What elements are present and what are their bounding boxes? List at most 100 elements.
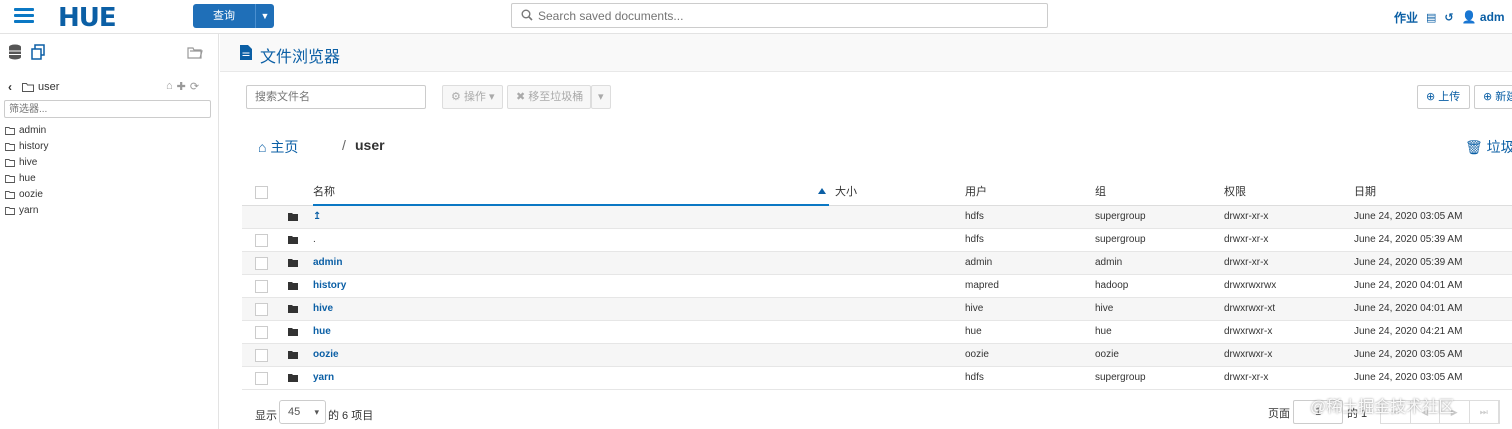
- assist-folder-list: admin history hive hue oozie yarn: [5, 124, 205, 220]
- user-menu[interactable]: 👤 adm: [1462, 10, 1505, 24]
- file-permission: drwxrwxr-x: [1224, 326, 1273, 337]
- file-search-input[interactable]: [247, 86, 425, 108]
- row-checkbox[interactable]: [255, 326, 268, 339]
- row-checkbox[interactable]: [255, 349, 268, 362]
- file-search[interactable]: [246, 85, 426, 109]
- date-column-header[interactable]: 日期: [1354, 180, 1376, 204]
- back-chevron-icon[interactable]: ‹: [8, 80, 12, 94]
- table-row[interactable]: history mapred hadoop drwxrwxrwx June 24…: [242, 275, 1512, 298]
- row-checkbox[interactable]: [255, 257, 268, 270]
- trash-label: 垃圾桶: [1486, 139, 1512, 155]
- table-row[interactable]: ↥ hdfs supergroup drwxr-xr-x June 24, 20…: [242, 206, 1512, 229]
- files-icon[interactable]: [30, 44, 46, 60]
- file-name-link[interactable]: ↥: [313, 206, 321, 228]
- assist-item-label: oozie: [19, 189, 43, 200]
- global-search[interactable]: [511, 3, 1048, 28]
- row-checkbox[interactable]: [255, 280, 268, 293]
- hue-logo[interactable]: HUE: [58, 3, 117, 33]
- file-user: mapred: [965, 280, 999, 291]
- title-bar: 文件浏览器: [220, 34, 1512, 72]
- file-group: supergroup: [1095, 234, 1146, 245]
- file-permission: drwxrwxr-x: [1224, 349, 1273, 360]
- assist-item-hue[interactable]: hue: [5, 172, 205, 188]
- file-name-link[interactable]: yarn: [313, 367, 334, 389]
- folder-icon: [5, 207, 15, 215]
- assist-item-history[interactable]: history: [5, 140, 205, 156]
- actions-button[interactable]: ⚙ 操作 ▾: [442, 85, 503, 109]
- table-row[interactable]: hive hive hive drwxrwxr-xt June 24, 2020…: [242, 298, 1512, 321]
- assist-item-label: hue: [19, 173, 36, 184]
- assist-path: ‹ user ⌂ ✚ ⟳: [8, 80, 213, 96]
- home-icon[interactable]: ⌂: [166, 80, 173, 93]
- row-checkbox[interactable]: [255, 303, 268, 316]
- folder-icon: [22, 83, 34, 92]
- assist-filter-input[interactable]: [5, 101, 210, 117]
- chevron-down-icon: ▾: [314, 407, 319, 417]
- file-group: supergroup: [1095, 372, 1146, 383]
- file-name-link[interactable]: hue: [313, 321, 331, 343]
- trash-link[interactable]: 🗑 垃圾桶: [1465, 137, 1512, 157]
- history-icon[interactable]: ↺: [1444, 11, 1453, 24]
- trash-dropdown-button[interactable]: ▾: [591, 85, 611, 109]
- table-row[interactable]: oozie oozie oozie drwxrwxr-x June 24, 20…: [242, 344, 1512, 367]
- jobs-link[interactable]: 作业: [1394, 9, 1418, 26]
- plus-icon[interactable]: ✚: [177, 80, 186, 93]
- assist-item-label: history: [19, 141, 49, 152]
- last-page-button[interactable]: ⏭: [1470, 401, 1499, 423]
- move-to-trash-button[interactable]: ✖ 移至垃圾桶: [507, 85, 591, 109]
- file-name-link[interactable]: history: [313, 275, 346, 297]
- row-checkbox[interactable]: [255, 234, 268, 247]
- upload-icon: ⊕: [1426, 91, 1436, 103]
- show-label: 显示: [255, 410, 277, 422]
- assist-item-label: hive: [19, 157, 38, 168]
- menu-icon[interactable]: [14, 8, 34, 24]
- table-row[interactable]: yarn hdfs supergroup drwxr-xr-x June 24,…: [242, 367, 1512, 390]
- assist-item-yarn[interactable]: yarn: [5, 204, 205, 220]
- group-column-header[interactable]: 组: [1095, 180, 1106, 204]
- breadcrumb-current[interactable]: user: [355, 137, 385, 153]
- table-row[interactable]: . hdfs supergroup drwxr-xr-x June 24, 20…: [242, 229, 1512, 252]
- user-column-header[interactable]: 用户: [965, 180, 987, 204]
- file-date: June 24, 2020 04:21 AM: [1354, 326, 1463, 337]
- file-permission: drwxr-xr-x: [1224, 257, 1269, 268]
- query-button[interactable]: 查询 ▼: [193, 4, 274, 28]
- file-user: admin: [965, 257, 993, 268]
- page-title: 文件浏览器: [260, 49, 341, 66]
- assist-item-oozie[interactable]: oozie: [5, 188, 205, 204]
- chevron-down-icon[interactable]: ▼: [255, 4, 274, 28]
- breadcrumb-home[interactable]: ⌂ 主页: [258, 137, 298, 157]
- global-search-input[interactable]: [538, 7, 1038, 25]
- assist-item-label: yarn: [19, 205, 39, 216]
- file-date: June 24, 2020 03:05 AM: [1354, 211, 1463, 222]
- file-name-link[interactable]: admin: [313, 252, 342, 274]
- select-all-checkbox[interactable]: [255, 186, 268, 199]
- size-column-header[interactable]: 大小: [835, 180, 857, 204]
- list-icon[interactable]: ▤: [1426, 11, 1436, 24]
- file-name-link[interactable]: .: [313, 229, 316, 251]
- file-name-link[interactable]: hive: [313, 298, 333, 320]
- permission-column-header[interactable]: 权限: [1224, 180, 1246, 204]
- assist-filter[interactable]: [4, 100, 211, 118]
- refresh-icon[interactable]: ⟳: [190, 80, 199, 93]
- row-checkbox[interactable]: [255, 372, 268, 385]
- file-date: June 24, 2020 03:05 AM: [1354, 349, 1463, 360]
- file-user: hue: [965, 326, 982, 337]
- upload-button[interactable]: ⊕ 上传: [1417, 85, 1470, 109]
- assist-item-admin[interactable]: admin: [5, 124, 205, 140]
- page-size-select[interactable]: 45 ▾: [279, 400, 326, 424]
- assist-item-hive[interactable]: hive: [5, 156, 205, 172]
- table-row[interactable]: admin admin admin drwxr-xr-x June 24, 20…: [242, 252, 1512, 275]
- file-user: oozie: [965, 349, 989, 360]
- move-to-trash-label: 移至垃圾桶: [528, 91, 584, 103]
- name-column-header[interactable]: 名称: [313, 180, 829, 206]
- database-icon[interactable]: [8, 44, 22, 60]
- new-button[interactable]: ⊕ 新建: [1474, 85, 1512, 109]
- file-group: hue: [1095, 326, 1112, 337]
- folder-icon: [5, 191, 15, 199]
- file-name-link[interactable]: oozie: [313, 344, 339, 366]
- table-row[interactable]: hue hue hue drwxrwxr-x June 24, 2020 04:…: [242, 321, 1512, 344]
- file-date: June 24, 2020 03:05 AM: [1354, 372, 1463, 383]
- file-date: June 24, 2020 05:39 AM: [1354, 234, 1463, 245]
- home-icon: ⌂: [258, 139, 267, 155]
- folder-open-icon[interactable]: [187, 45, 203, 59]
